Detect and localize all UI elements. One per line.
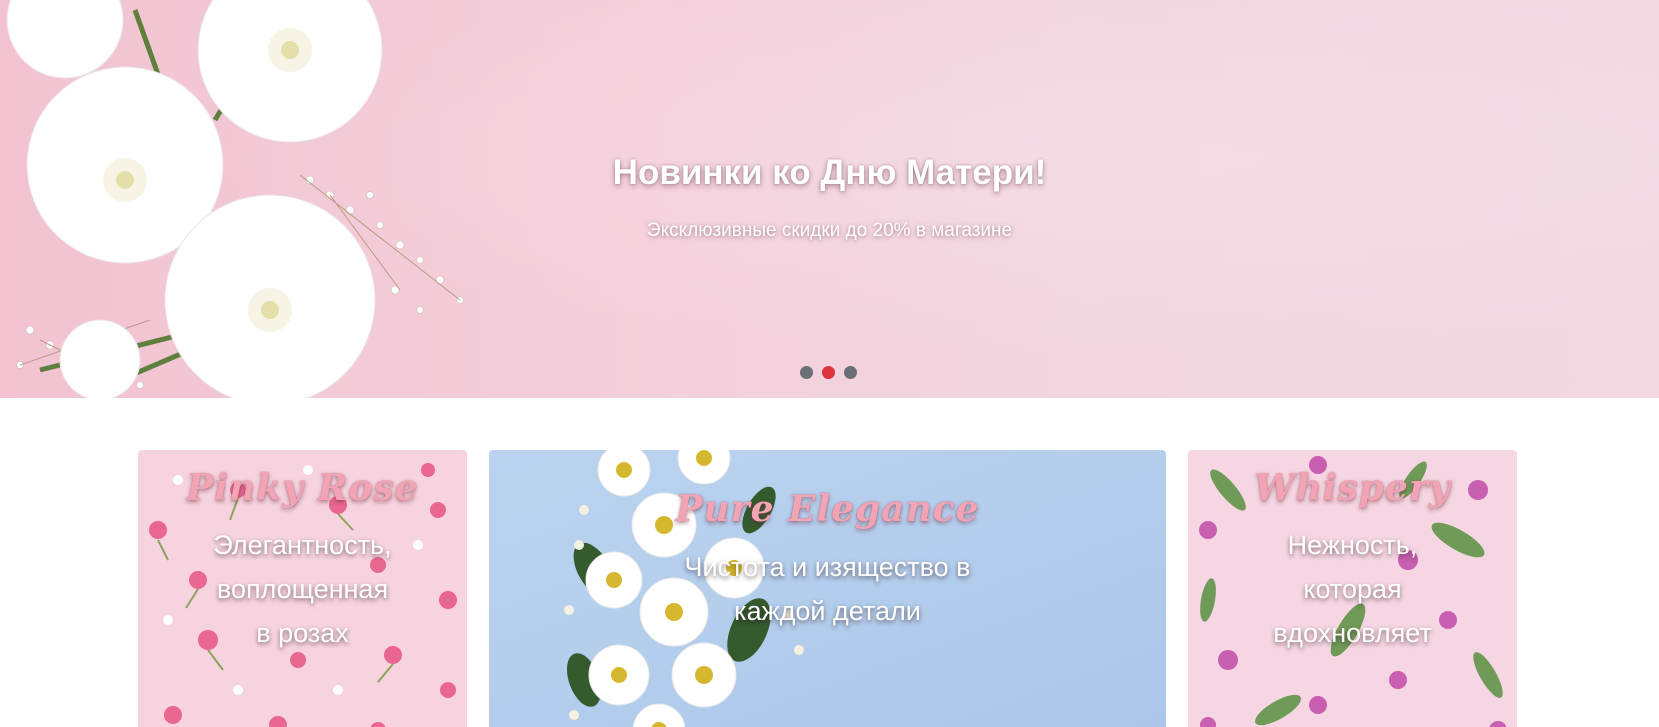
hero-carousel[interactable]: Новинки ко Дню Матери! Эксклюзивные скид…: [0, 0, 1659, 398]
carousel-indicators: [800, 366, 857, 379]
collection-card-pure-elegance[interactable]: Pure Elegance Чистота и изящество в кажд…: [489, 450, 1166, 727]
card-title: Whispery: [1254, 467, 1451, 509]
carousel-dot-1[interactable]: [800, 366, 813, 379]
card-title: Pinky Rose: [186, 467, 419, 509]
collection-card-pinky-rose[interactable]: Pinky Rose Элегантность, воплощенная в р…: [138, 450, 467, 727]
carousel-dot-2[interactable]: [822, 366, 835, 379]
hero-caption: Новинки ко Дню Матери! Эксклюзивные скид…: [0, 0, 1659, 398]
card-description: Чистота и изящество в каждой детали: [684, 552, 971, 626]
card-title: Pure Elegance: [675, 488, 980, 530]
card-description: Нежность, которая вдохновляет: [1273, 530, 1432, 648]
hero-subtitle: Эксклюзивные скидки до 20% в магазине: [646, 220, 1013, 241]
collection-card-whispery[interactable]: Whispery Нежность, которая вдохновляет: [1188, 450, 1517, 727]
carousel-dot-3[interactable]: [844, 366, 857, 379]
card-description: Элегантность, воплощенная в розах: [213, 530, 392, 648]
hero-title: Новинки ко Дню Матери!: [612, 153, 1047, 192]
